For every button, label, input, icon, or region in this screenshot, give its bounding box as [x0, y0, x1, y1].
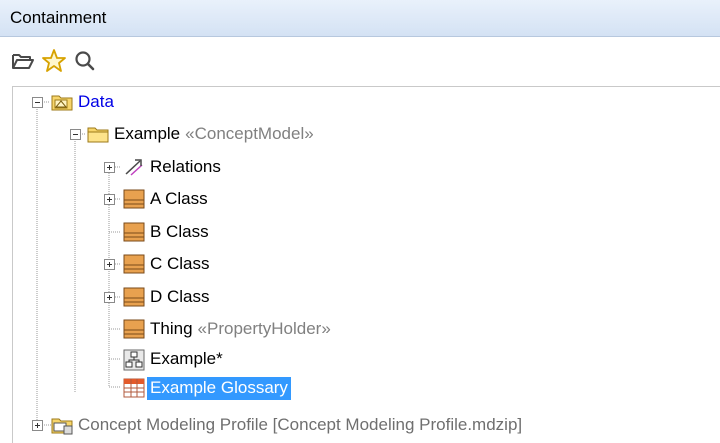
tree-node-a-class[interactable]: A Class — [123, 185, 208, 213]
tree-node-b-class[interactable]: B Class — [123, 218, 209, 246]
folder-icon — [87, 124, 109, 144]
tree-node-data[interactable]: Data — [51, 88, 114, 116]
star-icon[interactable] — [41, 48, 67, 74]
tree-node-profile[interactable]: Concept Modeling Profile [Concept Modeli… — [51, 411, 522, 439]
relation-arrow-icon — [123, 157, 145, 177]
tree-node-label: Thing — [150, 319, 193, 338]
containment-panel: Containment Data Example «ConceptModel» … — [0, 0, 720, 443]
class-icon — [123, 287, 145, 307]
search-icon[interactable] — [72, 48, 98, 74]
tree-node-example[interactable]: Example «ConceptModel» — [87, 120, 314, 148]
tree-node-label: Data — [78, 92, 114, 111]
tree-node-relations[interactable]: Relations — [123, 153, 221, 181]
class-icon — [123, 319, 145, 339]
tree-node-label: D Class — [150, 287, 210, 306]
package-icon — [51, 92, 73, 112]
panel-title: Containment — [10, 8, 107, 27]
expand-toggle[interactable] — [104, 259, 115, 270]
tree-node-label-selected: Example Glossary — [147, 376, 291, 400]
containment-tree: Data Example «ConceptModel» Relations A … — [12, 86, 720, 443]
tree-node-label: Example* — [150, 349, 223, 368]
collapse-toggle[interactable] — [32, 97, 43, 108]
tree-node-label: Concept Modeling Profile [Concept Modeli… — [78, 415, 523, 434]
toolbar — [0, 37, 720, 84]
expand-toggle[interactable] — [32, 420, 43, 431]
collapse-toggle[interactable] — [70, 129, 81, 140]
tree-node-thing[interactable]: Thing «PropertyHolder» — [123, 315, 331, 343]
tree-node-label: Example — [114, 124, 181, 143]
stereotype-label: «ConceptModel» — [185, 124, 314, 143]
tree-node-example-diagram[interactable]: Example* — [123, 345, 223, 373]
tree-node-d-class[interactable]: D Class — [123, 283, 210, 311]
glossary-table-icon — [123, 378, 145, 398]
expand-toggle[interactable] — [104, 292, 115, 303]
profile-package-icon — [51, 415, 73, 435]
expand-toggle[interactable] — [104, 162, 115, 173]
class-icon — [123, 254, 145, 274]
tree-node-example-glossary[interactable]: Example Glossary — [123, 374, 291, 402]
tree-node-label: B Class — [150, 222, 209, 241]
tree-node-label: C Class — [150, 254, 210, 273]
tree-node-label: A Class — [150, 189, 208, 208]
stereotype-label: «PropertyHolder» — [197, 319, 331, 338]
expand-toggle[interactable] — [104, 194, 115, 205]
tree-node-c-class[interactable]: C Class — [123, 250, 210, 278]
tree-node-label: Relations — [150, 157, 221, 176]
panel-title-bar: Containment — [0, 0, 720, 37]
class-icon — [123, 189, 145, 209]
folder-open-icon[interactable] — [10, 48, 36, 74]
diagram-icon — [123, 349, 145, 371]
class-icon — [123, 222, 145, 242]
